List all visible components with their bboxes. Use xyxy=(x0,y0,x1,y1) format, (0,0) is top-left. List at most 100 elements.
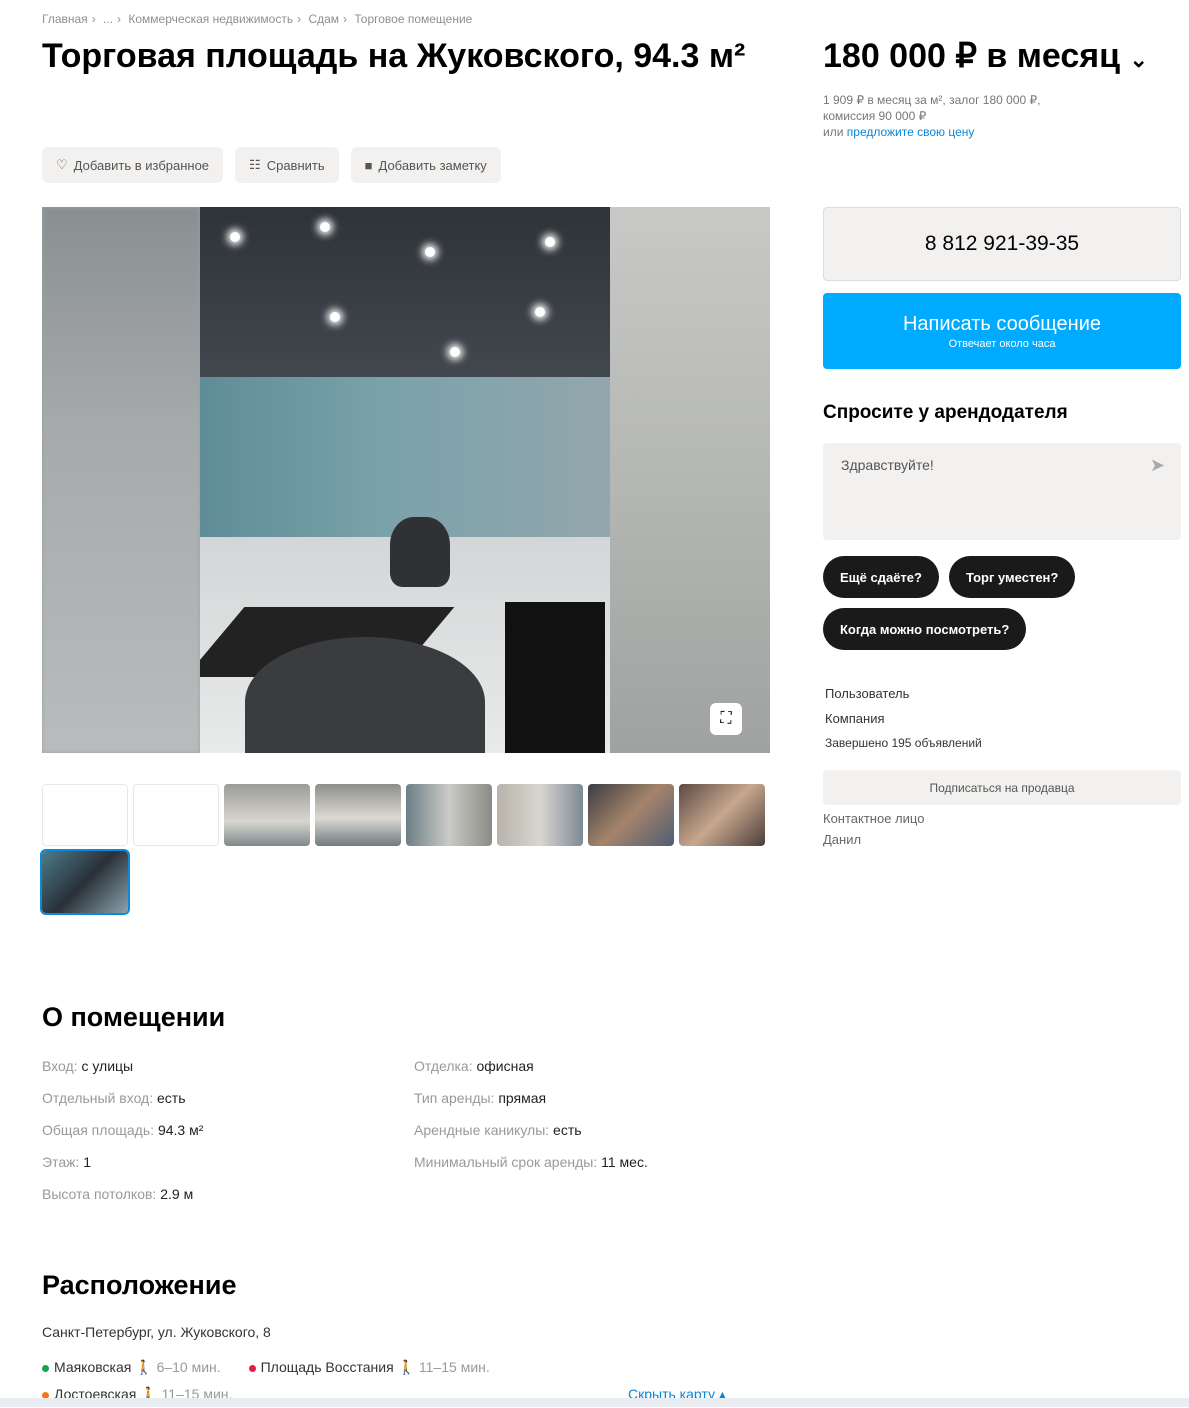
chevron-down-icon[interactable]: ⌄ xyxy=(1130,47,1148,72)
property-value: 94.3 м² xyxy=(157,1122,204,1138)
add-favorite-label: Добавить в избранное xyxy=(73,157,210,173)
property-value: 11 мес. xyxy=(601,1154,648,1170)
property-row: Минимальный срок аренды: 11 мес. xyxy=(414,1146,648,1178)
compare-icon: ☷ xyxy=(249,157,261,172)
about-left-column: Вход: с улицы Отдельный вход: есть Общая… xyxy=(42,1050,203,1210)
property-value: с улицы xyxy=(81,1058,134,1074)
breadcrumb-item[interactable]: Главная xyxy=(42,12,88,26)
property-value: прямая xyxy=(498,1090,547,1106)
thumbnail[interactable] xyxy=(224,784,310,846)
contact-person-name: Данил xyxy=(823,832,862,847)
photo-gallery[interactable]: ⛶ xyxy=(42,207,770,753)
seller-type[interactable]: Пользователь xyxy=(825,681,982,706)
location-title: Расположение xyxy=(42,1270,237,1300)
thumbnail[interactable] xyxy=(315,784,401,846)
walk-icon: 🚶 xyxy=(135,1359,153,1375)
contact-person-label: Контактное лицо xyxy=(823,811,925,826)
property-row: Высота потолков: 2.9 м xyxy=(42,1178,203,1210)
metro-time: 🚶 6–10 мин. xyxy=(135,1359,220,1375)
breadcrumb-item[interactable]: ... xyxy=(103,12,113,26)
property-row: Арендные каникулы: есть xyxy=(414,1114,648,1146)
metro-row: Маяковская 🚶 6–10 мин. Площадь Восстания… xyxy=(42,1354,514,1381)
metro-time-value: 11–15 мин. xyxy=(418,1359,490,1375)
property-label: Этаж: xyxy=(42,1154,80,1170)
thumbnail-strip xyxy=(40,784,772,915)
thumbnail-selected[interactable] xyxy=(40,849,130,915)
property-label: Отделка: xyxy=(414,1058,473,1074)
send-icon[interactable]: ➤ xyxy=(1150,455,1165,476)
subscribe-seller-button[interactable]: Подписаться на продавца xyxy=(823,770,1181,805)
thumbnail[interactable] xyxy=(588,784,674,846)
write-message-button[interactable]: Написать сообщение Отвечает около часа xyxy=(823,293,1181,369)
price-offer: или предложите свою цену xyxy=(823,124,1143,140)
price-details-line: комиссия 90 000 ₽ xyxy=(823,109,927,123)
property-label: Тип аренды: xyxy=(414,1090,495,1106)
photo-light xyxy=(545,237,555,247)
property-label: Минимальный срок аренды: xyxy=(414,1154,598,1170)
bottom-scroll-bar[interactable] xyxy=(0,1398,1189,1407)
about-right-column: Отделка: офисная Тип аренды: прямая Арен… xyxy=(414,1050,648,1178)
show-phone-button[interactable]: 8 812 921-39-35 xyxy=(823,207,1181,281)
photo-light xyxy=(425,247,435,257)
thumbnail[interactable] xyxy=(497,784,583,846)
page-title: Торговая площадь на Жуковского, 94.3 м² xyxy=(42,37,746,75)
photo-light xyxy=(230,232,240,242)
price-value: 180 000 ₽ в месяц xyxy=(823,37,1121,75)
property-value: есть xyxy=(553,1122,582,1138)
ask-seller-text: Здравствуйте! xyxy=(841,457,934,473)
quick-questions: Ещё сдаёте? Торг уместен? Когда можно по… xyxy=(823,556,1183,650)
metro-time: 🚶 11–15 мин. xyxy=(398,1359,490,1375)
quick-question-chip[interactable]: Когда можно посмотреть? xyxy=(823,608,1027,650)
seller-info: Пользователь Компания Завершено 195 объя… xyxy=(825,681,982,756)
photo-light xyxy=(450,347,460,357)
photo-light xyxy=(535,307,545,317)
gallery-next-preview[interactable] xyxy=(610,207,770,753)
price[interactable]: 180 000 ₽ в месяц ⌄ xyxy=(823,36,1148,76)
property-label: Общая площадь: xyxy=(42,1122,155,1138)
thumbnail[interactable] xyxy=(406,784,492,846)
quick-question-chip[interactable]: Ещё сдаёте? xyxy=(823,556,939,598)
breadcrumb-item[interactable]: Торговое помещение xyxy=(354,12,472,26)
gallery-prev-preview[interactable] xyxy=(42,207,200,753)
property-row: Вход: с улицы xyxy=(42,1050,203,1082)
compare-button[interactable]: ☷ Сравнить xyxy=(235,147,339,183)
main-photo[interactable] xyxy=(200,207,610,753)
add-note-button[interactable]: ■ Добавить заметку xyxy=(350,147,501,183)
contact-person: Контактное лицо Данил xyxy=(823,808,924,850)
add-favorite-button[interactable]: ♡ Добавить в избранное xyxy=(42,147,224,183)
ask-seller-input[interactable]: Здравствуйте! ➤ xyxy=(823,443,1181,540)
property-value: есть xyxy=(157,1090,186,1106)
heart-icon: ♡ xyxy=(56,157,68,172)
metro-line-dot xyxy=(42,1364,49,1372)
property-value: 1 xyxy=(83,1154,92,1170)
listing-actions: ♡ Добавить в избранное ☷ Сравнить ■ Доба… xyxy=(42,147,501,183)
price-details-line: 1 909 ₽ в месяц за м², залог 180 000 ₽, xyxy=(823,93,1041,107)
photo-light xyxy=(320,222,330,232)
thumbnail[interactable] xyxy=(133,784,219,846)
metro-time-value: 6–10 мин. xyxy=(156,1359,221,1375)
property-label: Арендные каникулы: xyxy=(414,1122,550,1138)
property-label: Отдельный вход: xyxy=(42,1090,154,1106)
metro-name: Площадь Восстания xyxy=(260,1359,394,1375)
write-message-label: Написать сообщение xyxy=(902,312,1101,335)
breadcrumb-item[interactable]: Сдам xyxy=(308,12,339,26)
photo-chair xyxy=(390,517,450,587)
walk-icon: 🚶 xyxy=(397,1359,416,1375)
property-value: офисная xyxy=(476,1058,534,1074)
thumbnail[interactable] xyxy=(42,784,128,846)
property-value: 2.9 м xyxy=(160,1186,194,1202)
metro-name: Маяковская xyxy=(54,1359,132,1375)
breadcrumb-item[interactable]: Коммерческая недвижимость xyxy=(128,12,293,26)
seller-completed: Завершено 195 объявлений xyxy=(825,736,982,750)
address: Санкт-Петербург, ул. Жуковского, 8 xyxy=(42,1324,271,1340)
offer-price-link[interactable]: предложите свою цену xyxy=(847,125,975,139)
photo-light xyxy=(330,312,340,322)
property-row: Общая площадь: 94.3 м² xyxy=(42,1114,203,1146)
quick-question-chip[interactable]: Торг уместен? xyxy=(948,556,1076,598)
thumbnail[interactable] xyxy=(679,784,765,846)
price-offer-prefix: или xyxy=(823,125,844,139)
breadcrumb: Главная › ... › Коммерческая недвижимость ›… xyxy=(42,12,473,26)
expand-icon[interactable]: ⛶ xyxy=(710,703,742,735)
property-row: Тип аренды: прямая xyxy=(414,1082,648,1114)
property-row: Отдельный вход: есть xyxy=(42,1082,203,1114)
